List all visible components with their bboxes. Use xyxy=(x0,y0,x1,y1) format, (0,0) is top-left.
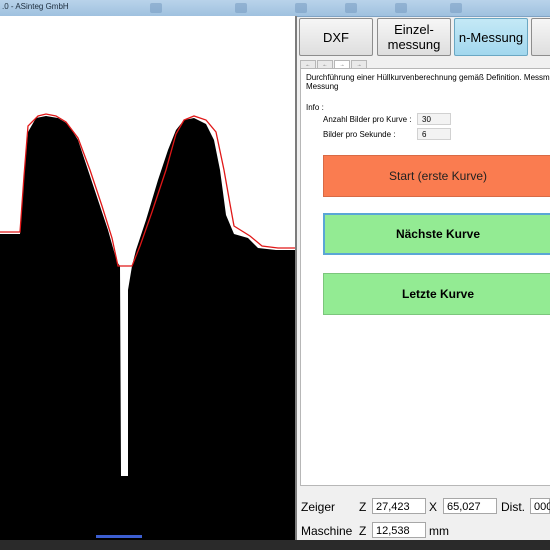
next-curve-button[interactable]: Nächste Kurve xyxy=(323,213,550,255)
einzelmessung-button[interactable]: Einzel- messung xyxy=(377,18,451,56)
taskbar xyxy=(0,540,550,550)
last-curve-button[interactable]: Letzte Kurve xyxy=(323,273,550,315)
zeiger-x-label: X xyxy=(429,500,438,514)
taskbar-icon xyxy=(150,3,162,13)
panel-description: Durchführung einer Hüllkurvenberechnung … xyxy=(306,73,550,91)
taskbar-icon xyxy=(345,3,357,13)
dist-value: 000 xyxy=(530,498,550,514)
zeiger-x-value: 65,027 xyxy=(443,498,497,514)
zeiger-z-label: Z xyxy=(359,500,367,514)
bilder-pro-kurve-label: Anzahl Bilder pro Kurve : xyxy=(323,115,412,124)
n-messung-panel: Durchführung einer Hüllkurvenberechnung … xyxy=(300,68,550,486)
part-profile-shape xyxy=(0,116,295,540)
unit-label: mm xyxy=(429,524,449,538)
bilder-pro-kurve-value: 30 xyxy=(417,113,451,125)
taskbar-icon xyxy=(395,3,407,13)
info-label: Info : xyxy=(306,103,324,112)
dxf-button[interactable]: DXF xyxy=(299,18,373,56)
start-first-curve-button[interactable]: Start (erste Kurve) xyxy=(323,155,550,197)
zeiger-label: Zeiger xyxy=(301,500,336,514)
profile-silhouette xyxy=(0,113,295,540)
window-title: .0 - ASinteg GmbH xyxy=(2,2,69,11)
measurement-image-view[interactable] xyxy=(0,16,297,540)
taskbar-icon xyxy=(295,3,307,13)
bilder-pro-sekunde-value: 6 xyxy=(417,128,451,140)
coordinate-readout: Zeiger Z 27,423 X 65,027 Dist. 000 Masch… xyxy=(297,490,550,540)
bilder-pro-sekunde-label: Bilder pro Sekunde : xyxy=(323,130,396,139)
dist-label: Dist. xyxy=(501,500,525,514)
control-pane: DXF Einzel- messung n-Messung ← ← → → Du… xyxy=(297,16,550,540)
taskbar-icon xyxy=(450,3,462,13)
taskbar-icon xyxy=(235,3,247,13)
maschine-z-value: 12,538 xyxy=(372,522,426,538)
n-messung-button[interactable]: n-Messung xyxy=(454,18,528,56)
more-button[interactable] xyxy=(531,18,550,56)
maschine-label: Maschine xyxy=(301,524,353,538)
title-bar: .0 - ASinteg GmbH xyxy=(0,0,550,17)
status-indicator xyxy=(96,535,142,538)
zeiger-z-value: 27,423 xyxy=(372,498,426,514)
maschine-z-label: Z xyxy=(359,524,367,538)
